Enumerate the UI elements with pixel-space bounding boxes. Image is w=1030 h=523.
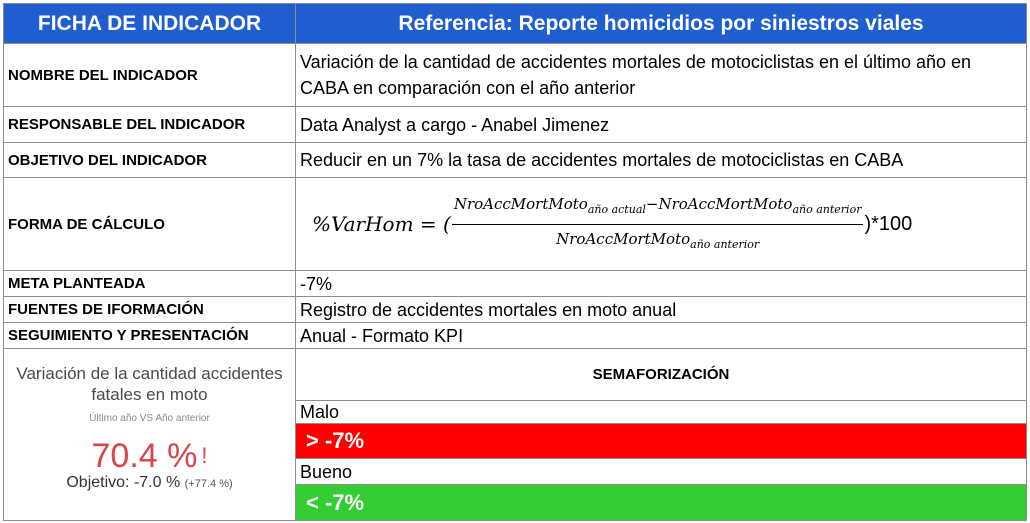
sem-title: SEMAFORIZACIÓN xyxy=(296,349,1027,401)
value-responsable: Data Analyst a cargo - Anabel Jimenez xyxy=(296,107,1027,143)
kpi-subtitle: Último año VS Año anterior xyxy=(89,413,210,424)
label-meta: META PLANTEADA xyxy=(3,271,296,297)
label-seguimiento: SEGUIMIENTO Y PRESENTACIÓN xyxy=(3,323,296,349)
label-fuentes: FUENTES DE IFORMACIÓN xyxy=(3,297,296,323)
value-fuentes: Registro de accidentes mortales en moto … xyxy=(296,297,1027,323)
value-objetivo: Reducir en un 7% la tasa de accidentes m… xyxy=(296,143,1027,178)
formula-minus: − xyxy=(645,194,659,213)
kpi-card: Variación de la cantidad accidentes fata… xyxy=(3,349,296,521)
formula-num-a: NroAccMortMoto xyxy=(453,194,588,213)
value-nombre: Variación de la cantidad de accidentes m… xyxy=(296,44,1027,107)
formula: %VarHom = ( NroAccMortMotoaño actual−Nro… xyxy=(312,191,912,258)
formula-fraction: NroAccMortMotoaño actual−NroAccMortMotoa… xyxy=(451,191,864,258)
formula-denominator: NroAccMortMotoaño anterior xyxy=(556,225,759,258)
value-seguimiento: Anual - Formato KPI xyxy=(296,323,1027,349)
header-right: Referencia: Reporte homicidios por sinie… xyxy=(296,3,1027,44)
formula-sub-b: año anterior xyxy=(792,202,862,216)
label-calculo: FORMA DE CÁLCULO xyxy=(3,178,296,271)
alert-icon: ! xyxy=(201,443,208,468)
label-responsable: RESPONSABLE DEL INDICADOR xyxy=(3,107,296,143)
kpi-title-line2: fatales en moto xyxy=(91,385,208,404)
formula-lhs: %VarHom = ( xyxy=(312,212,451,236)
label-nombre: NOMBRE DEL INDICADOR xyxy=(3,44,296,107)
kpi-target-wrap: Objetivo: -7.0 % (+77.4 %) xyxy=(4,474,295,492)
kpi-target-delta: (+77.4 %) xyxy=(184,478,233,490)
indicator-sheet: FICHA DE INDICADOR Referencia: Reporte h… xyxy=(3,3,1027,521)
value-calculo: %VarHom = ( NroAccMortMotoaño actual−Nro… xyxy=(296,178,1027,271)
kpi-value: 70.4 % xyxy=(91,437,198,475)
formula-sub-den: año anterior xyxy=(690,237,760,251)
value-nombre-line2: CABA en comparación con el año anterior xyxy=(300,78,636,98)
kpi-value-wrap: 70.4 %! xyxy=(4,438,295,474)
header-left: FICHA DE INDICADOR xyxy=(3,3,296,44)
formula-numerator: NroAccMortMotoaño actual−NroAccMortMotoa… xyxy=(451,191,864,225)
formula-num-b: NroAccMortMoto xyxy=(658,194,793,213)
kpi-target: Objetivo: -7.0 % xyxy=(66,474,181,491)
sem-good-value: < -7% xyxy=(296,485,1027,521)
sem-bad-label: Malo xyxy=(296,401,1027,424)
formula-rhs: )*100 xyxy=(864,213,913,235)
sem-bad-value: > -7% xyxy=(296,424,1027,459)
sem-good-label: Bueno xyxy=(296,459,1027,485)
kpi-title-line1: Variación de la cantidad accidentes xyxy=(16,364,283,383)
value-meta: -7% xyxy=(296,271,1027,297)
formula-sub-a: año actual xyxy=(587,202,646,216)
formula-den: NroAccMortMoto xyxy=(556,229,691,248)
value-nombre-line1: Variación de la cantidad de accidentes m… xyxy=(300,52,972,72)
label-objetivo: OBJETIVO DEL INDICADOR xyxy=(3,143,296,178)
